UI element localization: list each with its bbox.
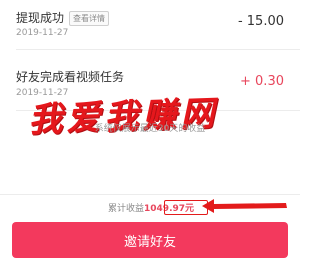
view-details-link[interactable]: 查看详情: [69, 11, 110, 26]
earnings-label: 累计收益: [108, 204, 145, 214]
retention-note: 系统仅展示最近30天的收益: [94, 124, 206, 134]
record-title: 提现成功 查看详情: [16, 9, 110, 26]
record-date: 2019-11-27: [16, 28, 69, 38]
record-title: 好友完成看视频任务: [16, 70, 125, 84]
invite-friends-button[interactable]: 邀请好友: [12, 222, 288, 258]
divider: [16, 49, 300, 50]
record-amount: - 15.00: [237, 14, 284, 29]
divider: [0, 194, 300, 195]
annotation-arrow-icon: [202, 199, 287, 213]
